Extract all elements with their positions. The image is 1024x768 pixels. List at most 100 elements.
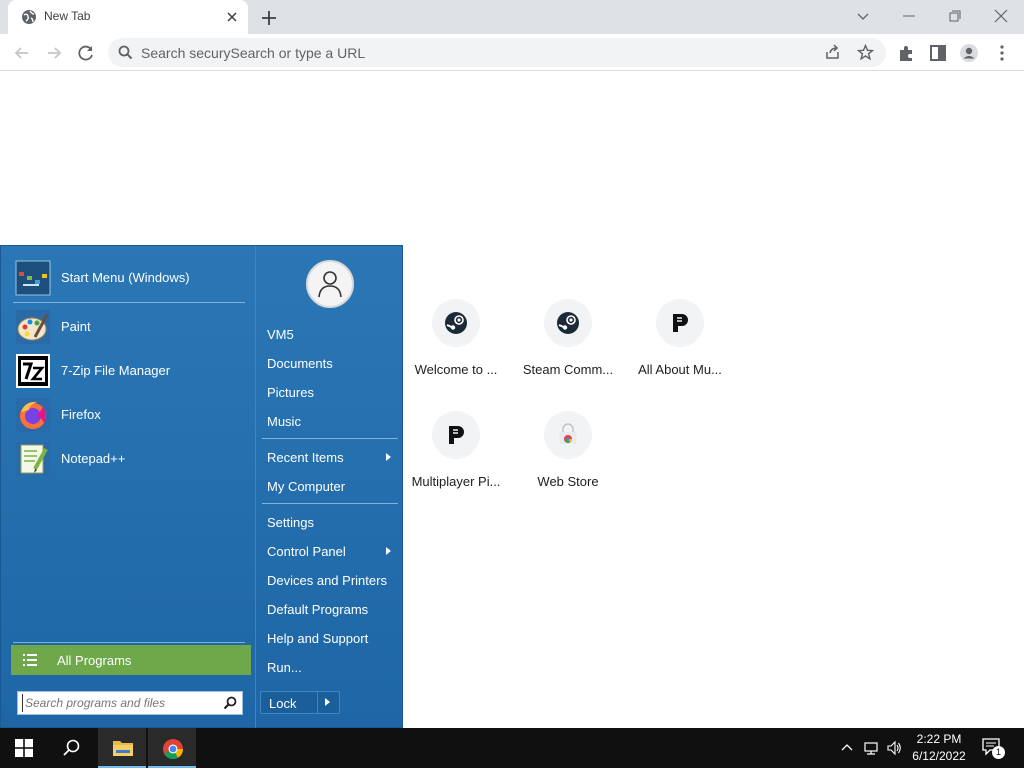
help-support-link[interactable]: Help and Support bbox=[267, 631, 368, 646]
extensions-icon[interactable] bbox=[895, 42, 917, 64]
browser-toolbar bbox=[0, 34, 1024, 71]
program-label: 7-Zip File Manager bbox=[61, 363, 171, 378]
windows-logo-icon bbox=[15, 739, 33, 757]
user-name-link[interactable]: VM5 bbox=[267, 327, 294, 342]
notepadpp-icon bbox=[16, 442, 50, 476]
shortcut-tile[interactable]: Welcome to ... bbox=[400, 299, 512, 399]
new-tab-button[interactable] bbox=[258, 7, 280, 29]
firefox-icon bbox=[16, 398, 50, 432]
program-label: Firefox bbox=[61, 407, 101, 422]
shortcut-tile[interactable]: Web Store bbox=[512, 411, 624, 511]
address-bar-input[interactable] bbox=[141, 38, 781, 67]
search-icon bbox=[118, 45, 133, 60]
close-tab-icon[interactable] bbox=[224, 9, 240, 25]
program-firefox[interactable]: Firefox bbox=[13, 395, 249, 435]
globe-icon bbox=[22, 10, 36, 24]
search-icon[interactable] bbox=[223, 696, 237, 710]
music-link[interactable]: Music bbox=[267, 414, 301, 429]
volume-icon[interactable] bbox=[886, 740, 902, 756]
pictures-link[interactable]: Pictures bbox=[267, 385, 314, 400]
run-link[interactable]: Run... bbox=[267, 660, 302, 675]
my-computer-link[interactable]: My Computer bbox=[267, 479, 345, 494]
taskbar-search-button[interactable] bbox=[48, 728, 96, 768]
side-panel-icon[interactable] bbox=[927, 42, 949, 64]
shortcut-label: Steam Comm... bbox=[522, 362, 614, 377]
default-programs-link[interactable]: Default Programs bbox=[267, 602, 368, 617]
tab-strip: New Tab bbox=[0, 0, 1024, 34]
program-label: Notepad++ bbox=[61, 451, 126, 466]
p-logo-icon bbox=[673, 314, 688, 332]
shortcut-label: Web Store bbox=[537, 474, 599, 489]
back-icon[interactable] bbox=[11, 42, 33, 64]
user-icon bbox=[318, 271, 342, 298]
shortcut-tile[interactable]: Multiplayer Pi... bbox=[400, 411, 512, 511]
power-options-arrow-icon[interactable] bbox=[325, 698, 330, 706]
user-avatar[interactable] bbox=[306, 260, 354, 308]
all-programs-button[interactable]: All Programs bbox=[11, 645, 251, 675]
divider bbox=[13, 302, 245, 303]
lock-label: Lock bbox=[269, 696, 297, 711]
start-menu-icon bbox=[15, 260, 51, 296]
start-menu: Start Menu (Windows) Paint 7-Zip File Ma… bbox=[0, 245, 404, 729]
shortcut-label: Welcome to ... bbox=[414, 362, 498, 377]
submenu-arrow-icon bbox=[386, 547, 391, 555]
program-notepadpp[interactable]: Notepad++ bbox=[13, 439, 249, 479]
chrome-web-store-icon bbox=[559, 423, 577, 444]
restore-icon[interactable] bbox=[943, 5, 967, 27]
p-logo-icon bbox=[449, 426, 464, 444]
chrome-taskbar-button[interactable] bbox=[148, 728, 196, 768]
start-search-input[interactable] bbox=[22, 694, 218, 712]
steam-icon bbox=[445, 312, 467, 334]
paint-icon bbox=[16, 310, 50, 344]
clock-time[interactable]: 2:22 PM bbox=[912, 732, 966, 746]
notification-count-badge: 1 bbox=[992, 746, 1005, 759]
show-hidden-icons-icon[interactable] bbox=[839, 740, 855, 756]
program-label: Start Menu (Windows) bbox=[61, 270, 190, 285]
start-menu-programs: Start Menu (Windows) Paint 7-Zip File Ma… bbox=[1, 246, 255, 729]
close-window-icon[interactable] bbox=[989, 5, 1013, 27]
documents-link[interactable]: Documents bbox=[267, 356, 333, 371]
chrome-icon bbox=[163, 739, 184, 760]
omnibox[interactable] bbox=[108, 38, 886, 67]
program-label: Paint bbox=[61, 319, 91, 334]
program-paint[interactable]: Paint bbox=[13, 307, 249, 347]
start-search-box bbox=[17, 691, 243, 715]
tab-search-icon[interactable] bbox=[851, 5, 875, 27]
profile-icon[interactable] bbox=[958, 42, 980, 64]
settings-link[interactable]: Settings bbox=[267, 515, 314, 530]
7zip-icon bbox=[16, 354, 50, 388]
reload-icon[interactable] bbox=[75, 42, 97, 64]
folder-icon bbox=[113, 741, 133, 756]
taskbar: 2:22 PM 6/12/2022 1 bbox=[0, 728, 1024, 768]
divider bbox=[13, 642, 245, 643]
search-icon bbox=[63, 739, 80, 756]
divider bbox=[317, 692, 318, 713]
network-icon[interactable] bbox=[863, 740, 879, 756]
bookmark-star-icon[interactable] bbox=[857, 44, 874, 61]
list-icon bbox=[23, 654, 37, 666]
control-panel-link[interactable]: Control Panel bbox=[267, 544, 346, 559]
all-programs-label: All Programs bbox=[57, 653, 132, 668]
menu-dots-icon[interactable] bbox=[991, 42, 1013, 64]
program-start-menu-windows[interactable]: Start Menu (Windows) bbox=[13, 258, 249, 298]
tab-new-tab[interactable]: New Tab bbox=[8, 0, 248, 34]
minimize-icon[interactable] bbox=[897, 5, 921, 27]
divider bbox=[262, 503, 398, 504]
devices-printers-link[interactable]: Devices and Printers bbox=[267, 573, 387, 588]
shortcut-tile[interactable]: Steam Comm... bbox=[512, 299, 624, 399]
start-button[interactable] bbox=[0, 728, 48, 768]
notifications-button[interactable]: 1 bbox=[982, 738, 1006, 759]
lock-button[interactable]: Lock bbox=[260, 691, 340, 714]
program-7zip[interactable]: 7-Zip File Manager bbox=[13, 351, 249, 391]
tab-title: New Tab bbox=[44, 9, 91, 23]
share-icon[interactable] bbox=[824, 44, 841, 61]
forward-icon[interactable] bbox=[43, 42, 65, 64]
clock-date[interactable]: 6/12/2022 bbox=[906, 749, 972, 763]
file-explorer-taskbar-button[interactable] bbox=[98, 728, 146, 768]
recent-items-link[interactable]: Recent Items bbox=[267, 450, 344, 465]
start-menu-places: VM5 Documents Pictures Music Recent Item… bbox=[255, 246, 404, 729]
shortcut-label: Multiplayer Pi... bbox=[411, 474, 501, 489]
steam-icon bbox=[557, 312, 579, 334]
divider bbox=[262, 438, 398, 439]
shortcut-tile[interactable]: All About Mu... bbox=[624, 299, 736, 399]
